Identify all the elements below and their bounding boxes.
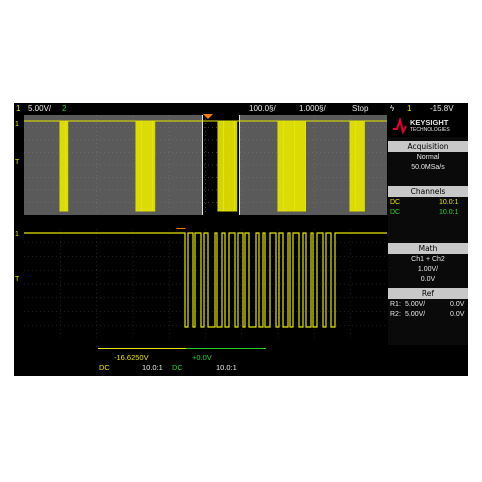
brand-name: KEYSIGHT — [410, 118, 449, 127]
timebase-position[interactable]: 100.0§/ — [249, 103, 276, 114]
ref1-offset: 0.0V — [450, 301, 465, 308]
ch2-bar-underline — [186, 348, 266, 349]
channel-info-bar: -16.6250V +0.0V DC 10.0:1 DC 10.0:1 — [14, 348, 468, 376]
ref-header[interactable]: Ref — [388, 288, 468, 299]
scope-display: 1 5.00V/ 2 100.0§/ 1.000§/ Stop ϟ 1 -15.… — [14, 103, 468, 376]
info-panel: KEYSIGHT TECHNOLOGIES Acquisition Normal… — [388, 115, 468, 345]
ch2-offset[interactable]: +0.0V — [192, 353, 212, 362]
burst-envelope — [60, 121, 68, 211]
ch1-number[interactable]: 1 — [16, 103, 20, 114]
zoom-trigger-level-marker[interactable]: T — [15, 276, 19, 283]
brand-sub: TECHNOLOGIES — [410, 127, 450, 133]
trigger-level[interactable]: -15.8V — [430, 103, 454, 114]
ch2-coupling: DC — [390, 209, 401, 216]
acquisition-header[interactable]: Acquisition — [388, 141, 468, 152]
trigger-icon: ϟ — [390, 104, 395, 113]
ref2-scale: 5.00V/ — [405, 311, 426, 318]
burst-envelope — [218, 121, 236, 211]
status-bar: 1 5.00V/ 2 100.0§/ 1.000§/ Stop ϟ 1 -15.… — [14, 103, 468, 114]
run-state[interactable]: Stop — [352, 103, 368, 114]
ch1-bottom-probe: 10.0:1 — [142, 363, 163, 372]
ch1-offset[interactable]: -16.6250V — [114, 353, 149, 362]
ch1-zoom-waveform — [24, 232, 387, 328]
channels-header[interactable]: Channels — [388, 186, 468, 197]
math-scale: 1.00V/ — [417, 266, 439, 273]
burst-envelope — [350, 121, 364, 211]
sample-rate: 50.0MSa/s — [411, 164, 445, 171]
ch2-probe: 10.0:1 — [439, 209, 459, 216]
timebase-scale[interactable]: 1.000§/ — [299, 103, 326, 114]
math-function: Ch1 + Ch2 — [411, 256, 445, 263]
keysight-logo-icon — [393, 118, 407, 134]
trigger-source[interactable]: 1 — [407, 103, 411, 114]
ch1-probe: 10.0:1 — [439, 199, 459, 206]
ch1-bar-underline — [98, 348, 186, 349]
ch1-scale[interactable]: 5.00V/ — [28, 103, 51, 114]
ch1-bottom-coupling: DC — [99, 363, 110, 372]
acquisition-mode: Normal — [416, 154, 440, 161]
ref1-scale: 5.00V/ — [405, 301, 426, 308]
ch1-coupling: DC — [390, 199, 401, 206]
burst-envelope — [278, 121, 306, 211]
ch1-ground-marker[interactable]: 1 — [15, 121, 19, 128]
math-offset: 0.0V — [420, 276, 436, 283]
trigger-level-marker[interactable]: T — [15, 159, 19, 166]
ch1-upper-waveform — [24, 120, 387, 212]
ch2-number[interactable]: 2 — [62, 103, 66, 114]
brand-area: KEYSIGHT TECHNOLOGIES — [388, 115, 468, 137]
trigger-position-marker — [203, 114, 213, 119]
math-header[interactable]: Math — [388, 243, 468, 254]
upper-trace — [24, 115, 387, 215]
ch2-bottom-probe: 10.0:1 — [216, 363, 237, 372]
ref1-name: R1: — [390, 301, 401, 308]
lower-trace — [24, 229, 387, 339]
burst-envelope — [136, 121, 154, 211]
ch2-bottom-coupling: DC — [172, 363, 183, 372]
ref2-name: R2: — [390, 311, 401, 318]
ref2-offset: 0.0V — [450, 311, 465, 318]
ch1-zoom-ground-marker[interactable]: 1 — [15, 231, 19, 238]
